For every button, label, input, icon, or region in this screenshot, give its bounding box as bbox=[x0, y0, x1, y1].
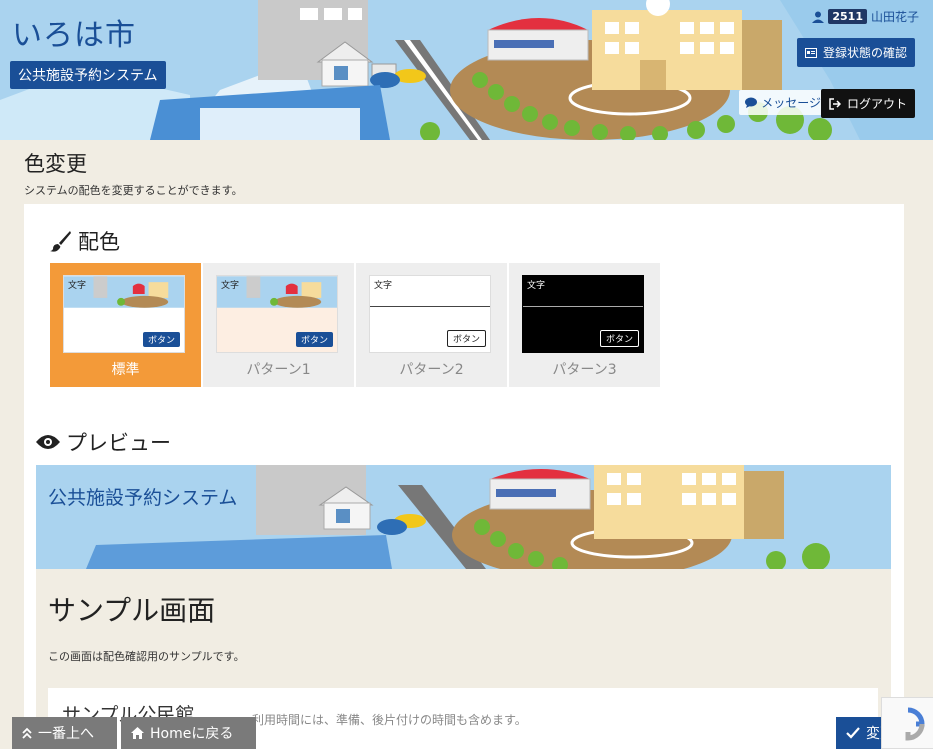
color-option-pattern2[interactable]: 文字 ボタン パターン2 bbox=[356, 263, 507, 387]
registration-status-button[interactable]: 登録状態の確認 bbox=[796, 38, 915, 67]
color-thumbnail: 文字 ボタン bbox=[522, 275, 644, 353]
check-icon bbox=[846, 727, 860, 739]
page-title: 色変更 bbox=[24, 152, 87, 176]
home-icon bbox=[131, 727, 144, 739]
recaptcha-badge[interactable] bbox=[881, 697, 933, 749]
preview-section-title: プレビュー bbox=[66, 431, 171, 455]
preview-sample-title: サンプル画面 bbox=[48, 594, 216, 627]
color-thumbnail: 文字 ボタン bbox=[63, 275, 185, 353]
preview-section-heading: プレビュー bbox=[36, 427, 171, 457]
settings-card: 配色 文字 ボタン 標準 文字 ボタン パターン1 文字 ボタン パターン2 文… bbox=[24, 204, 904, 749]
usage-time-note: 利用時間には、準備、後片付けの時間も含めます。 bbox=[252, 713, 527, 727]
color-option-pattern1[interactable]: 文字 ボタン パターン1 bbox=[203, 263, 354, 387]
sign-out-icon bbox=[829, 97, 841, 110]
user-id-badge: 2511 bbox=[828, 9, 867, 24]
logout-label: ログアウト bbox=[846, 97, 907, 111]
color-option-label: 標準 bbox=[111, 362, 140, 378]
color-section-heading: 配色 bbox=[50, 226, 120, 256]
scroll-top-button[interactable]: 一番上へ bbox=[12, 717, 117, 749]
user-name: 山田花子 bbox=[870, 10, 919, 24]
thumbnail-button: ボタン bbox=[599, 330, 639, 347]
color-option-label: パターン1 bbox=[246, 362, 311, 378]
color-option-pattern3[interactable]: 文字 ボタン パターン3 bbox=[509, 263, 660, 387]
message-button[interactable]: メッセージ bbox=[739, 90, 827, 115]
thumbnail-button: ボタン bbox=[142, 332, 180, 347]
preview-sample-description: この画面は配色確認用のサンプルです。 bbox=[48, 650, 245, 663]
thumbnail-button: ボタン bbox=[446, 330, 486, 347]
user-info[interactable]: 2511 山田花子 bbox=[812, 8, 919, 25]
footer-bar: 利用時間には、準備、後片付けの時間も含めます。 一番上へ Homeに戻る 変更 bbox=[0, 709, 933, 749]
color-thumbnail: 文字 ボタン bbox=[216, 275, 338, 353]
color-option-standard[interactable]: 文字 ボタン 標準 bbox=[50, 263, 201, 387]
registration-status-label: 登録状態の確認 bbox=[822, 46, 907, 60]
eye-icon bbox=[36, 435, 60, 449]
scroll-top-label: 一番上へ bbox=[38, 726, 94, 742]
recaptcha-icon bbox=[905, 707, 925, 741]
message-label: メッセージ bbox=[761, 96, 821, 110]
speech-bubble-icon bbox=[745, 97, 758, 108]
paintbrush-icon bbox=[50, 231, 71, 252]
thumbnail-button: ボタン bbox=[295, 332, 333, 347]
color-section-title: 配色 bbox=[78, 230, 120, 254]
preview-frame: 公共施設予約システム サンプル画面 この画面は配色確認用のサンプルです。 サンプ… bbox=[36, 465, 891, 749]
preview-town-illustration bbox=[36, 465, 891, 569]
color-options: 文字 ボタン 標準 文字 ボタン パターン1 文字 ボタン パターン2 文字 ボ… bbox=[50, 263, 660, 387]
id-card-icon bbox=[804, 47, 817, 58]
double-chevron-up-icon bbox=[22, 727, 32, 739]
color-option-label: パターン3 bbox=[552, 362, 617, 378]
color-option-label: パターン2 bbox=[399, 362, 464, 378]
thumbnail-text: 文字 bbox=[221, 281, 240, 291]
preview-system-name: 公共施設予約システム bbox=[48, 487, 238, 509]
system-name-badge: 公共施設予約システム bbox=[10, 61, 166, 89]
preview-banner: 公共施設予約システム bbox=[36, 465, 891, 569]
logout-button[interactable]: ログアウト bbox=[820, 89, 915, 118]
home-button[interactable]: Homeに戻る bbox=[121, 717, 256, 749]
thumbnail-text: 文字 bbox=[527, 281, 546, 291]
home-label: Homeに戻る bbox=[150, 726, 234, 742]
thumbnail-text: 文字 bbox=[374, 281, 393, 291]
header-banner: いろは市 公共施設予約システム 2511 山田花子 登録状態の確認 メッセージ … bbox=[0, 0, 933, 140]
user-icon bbox=[812, 11, 825, 23]
thumbnail-text: 文字 bbox=[68, 281, 87, 291]
page-description: システムの配色を変更することができます。 bbox=[24, 184, 243, 197]
color-thumbnail: 文字 ボタン bbox=[369, 275, 491, 353]
site-title: いろは市 bbox=[12, 18, 136, 53]
